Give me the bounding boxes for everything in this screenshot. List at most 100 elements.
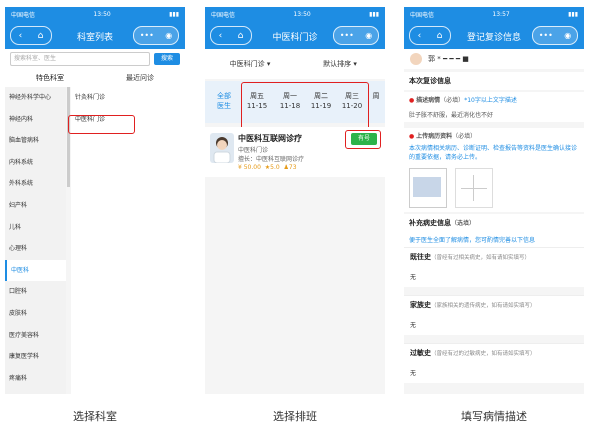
sidebar-item[interactable]: 口腔科 bbox=[5, 281, 66, 303]
close-icon[interactable]: ◉ bbox=[365, 31, 372, 40]
patient-name: 郭 * ━ ━ ━ ■ bbox=[428, 55, 469, 63]
price: ¥ 50.00 bbox=[238, 164, 261, 171]
desc-label: 描述病情 bbox=[416, 97, 441, 104]
sidebar-item[interactable]: 神经外科学中心 bbox=[5, 87, 66, 109]
sidebar-item[interactable]: 神经内科 bbox=[5, 109, 66, 131]
sidebar-item[interactable]: 儿科 bbox=[5, 217, 66, 239]
sort-filter[interactable]: 默认排序 ▾ bbox=[295, 59, 385, 69]
more-icon[interactable]: ••• bbox=[539, 31, 553, 40]
screen-department-list: 中国电信 13:50 ▮▮▮ ‹ ⌂ 科室列表 ••• ◉ 搜索科室、医生 搜索 特色科… bbox=[5, 7, 185, 394]
screen-schedule: 中国电信 13:50 ▮▮▮ ‹ ⌂ 中医科门诊 ••• ◉ 中医科门诊 ▾ 默认排序 … bbox=[205, 7, 385, 394]
section-title: 补充病史信息（选填） bbox=[404, 214, 584, 232]
doctor-dept: 中医科门诊 bbox=[238, 147, 269, 154]
search-row: 搜索科室、医生 搜索 bbox=[5, 49, 185, 69]
capsule-menu[interactable]: ••• ◉ bbox=[333, 26, 379, 45]
doctor-label: 医生 bbox=[217, 102, 231, 110]
doctor-desc: 擅长：中医科互联网诊疗 bbox=[238, 156, 305, 163]
history-value: 无 bbox=[410, 370, 417, 377]
doctor-card[interactable]: 中医科互联网诊疗 中医科门诊 擅长：中医科互联网诊疗 ¥ 50.00 ★5.0 … bbox=[205, 127, 385, 177]
carrier: 中国电信 bbox=[11, 11, 36, 19]
patient-row: 郭 * ━ ━ ━ ■ bbox=[404, 49, 584, 69]
history-item[interactable]: 过敏史（曾经有过的过敏病史，如有请如实填写） 无 bbox=[404, 343, 584, 383]
dept-filter[interactable]: 中医科门诊 ▾ bbox=[205, 59, 295, 69]
history-hint: 便于医生全面了解病情，您可酌情完善以下信息 bbox=[404, 232, 584, 247]
history-item[interactable]: 既往史（曾经有过相关病史，如有请如实填写） 无 bbox=[404, 247, 584, 287]
count: 73 bbox=[288, 164, 297, 171]
subdept-item[interactable]: 针灸科门诊 bbox=[71, 87, 185, 109]
status-icons: ▮▮▮ bbox=[568, 10, 578, 18]
upload-label: 上传病历资料 bbox=[416, 133, 453, 140]
add-image-button[interactable] bbox=[455, 168, 493, 208]
sidebar-item[interactable]: 皮肤科 bbox=[5, 303, 66, 325]
sidebar-item[interactable]: 心理科 bbox=[5, 238, 66, 260]
history-hint: （家族相关的遗传病史，如有请如实填写） bbox=[431, 303, 536, 309]
sidebar-item[interactable]: 外科系统 bbox=[5, 173, 66, 195]
more-icon[interactable]: ••• bbox=[340, 31, 354, 40]
carrier: 中国电信 bbox=[211, 11, 236, 19]
desc-req: （必填） bbox=[440, 97, 465, 104]
status-icons: ▮▮▮ bbox=[369, 10, 379, 18]
carrier: 中国电信 bbox=[410, 11, 435, 19]
desc-input[interactable]: 肚子胀不舒服，最近消化也不好 bbox=[409, 110, 579, 119]
close-icon[interactable]: ◉ bbox=[564, 31, 571, 40]
avatar bbox=[210, 133, 234, 164]
status-bar: 中国电信 13:50 ▮▮▮ bbox=[205, 7, 385, 21]
highlight-box bbox=[241, 82, 369, 131]
section-title: 本次复诊信息 bbox=[404, 72, 584, 90]
more-icon[interactable]: ••• bbox=[140, 31, 154, 40]
sidebar-item[interactable]: 中医科 bbox=[5, 259, 66, 282]
capsule-menu[interactable]: ••• ◉ bbox=[133, 26, 179, 45]
history-title: 既往史 bbox=[410, 253, 431, 261]
section-title-text: 补充病史信息 bbox=[409, 219, 451, 227]
caption-3: 填写病情描述 bbox=[461, 410, 527, 423]
sidebar-item[interactable]: 疼痛科 bbox=[5, 368, 66, 390]
history-hint: （曾经有过相关病史，如有请如实填写） bbox=[431, 255, 531, 261]
caption-2: 选择排班 bbox=[273, 410, 317, 423]
scrollbar[interactable] bbox=[67, 87, 70, 187]
tab-recent[interactable]: 最近问诊 bbox=[95, 69, 185, 87]
all-label: 全部 bbox=[217, 92, 231, 100]
capsule-menu[interactable]: ••• ◉ bbox=[532, 26, 578, 45]
sidebar-item[interactable]: 脑血管病科 bbox=[5, 130, 66, 152]
sidebar-item[interactable]: 内科系统 bbox=[5, 152, 66, 174]
close-icon[interactable]: ◉ bbox=[165, 31, 172, 40]
history-title: 家族史 bbox=[410, 301, 431, 309]
sidebar-item[interactable]: 医疗美容科 bbox=[5, 325, 66, 347]
sidebar-item[interactable]: 妇产科 bbox=[5, 195, 66, 217]
search-input[interactable]: 搜索科室、医生 bbox=[10, 52, 150, 66]
upload-block: ● 上传病历资料（必填） 本次病情相关病历、诊断证明、检查报告等资料是医生确认接… bbox=[404, 128, 584, 164]
all-doctors-button[interactable]: 全部 医生 bbox=[213, 91, 235, 111]
upload-thumbs bbox=[404, 164, 584, 212]
date-cell[interactable]: 周 bbox=[369, 91, 383, 101]
optional-label: （选填） bbox=[451, 220, 476, 227]
status-bar: 中国电信 13:50 ▮▮▮ bbox=[5, 7, 185, 21]
screen-revisit-form: 中国电信 13:57 ▮▮▮ ‹ ⌂ 登记复诊信息 ••• ◉ 郭 * ━ ━ ━ ■ … bbox=[404, 7, 584, 394]
clock: 13:50 bbox=[93, 10, 111, 18]
highlight-box bbox=[68, 115, 135, 134]
status-icons: ▮▮▮ bbox=[169, 10, 179, 18]
desc-block: ● 描述病情（必填）*10字以上文字描述 肚子胀不舒服，最近消化也不好 bbox=[404, 92, 584, 122]
person-icon: ♟ bbox=[281, 164, 289, 171]
history-title: 过敏史 bbox=[410, 349, 431, 357]
doctor-stats: ¥ 50.00 ★5.0 ♟73 bbox=[238, 164, 297, 171]
history-value: 无 bbox=[410, 274, 417, 281]
status-bar: 中国电信 13:57 ▮▮▮ bbox=[404, 7, 584, 21]
history-value: 无 bbox=[410, 322, 417, 329]
highlight-box bbox=[345, 130, 381, 149]
history-item[interactable]: 家族史（家族相关的遗传病史，如有请如实填写） 无 bbox=[404, 295, 584, 335]
search-button[interactable]: 搜索 bbox=[154, 53, 180, 65]
navbar: ‹ ⌂ 中医科门诊 ••• ◉ bbox=[205, 21, 385, 49]
user-avatar-icon bbox=[410, 53, 422, 65]
doctor-name: 中医科互联网诊疗 bbox=[238, 134, 302, 143]
tab-featured[interactable]: 特色科室 bbox=[5, 69, 95, 87]
sidebar-item[interactable]: 康复医学科 bbox=[5, 346, 66, 368]
filter-row: 中医科门诊 ▾ 默认排序 ▾ bbox=[205, 49, 385, 79]
weekday: 周 bbox=[372, 92, 380, 100]
clock: 13:57 bbox=[492, 10, 510, 18]
score: 5.0 bbox=[270, 164, 280, 171]
upload-req: （必填） bbox=[452, 133, 477, 140]
clock: 13:50 bbox=[293, 10, 311, 18]
uploaded-image[interactable] bbox=[409, 168, 447, 208]
history-hint: （曾经有过的过敏病史，如有请如实填写） bbox=[431, 351, 536, 357]
desc-hint: *10字以上文字描述 bbox=[464, 97, 517, 104]
